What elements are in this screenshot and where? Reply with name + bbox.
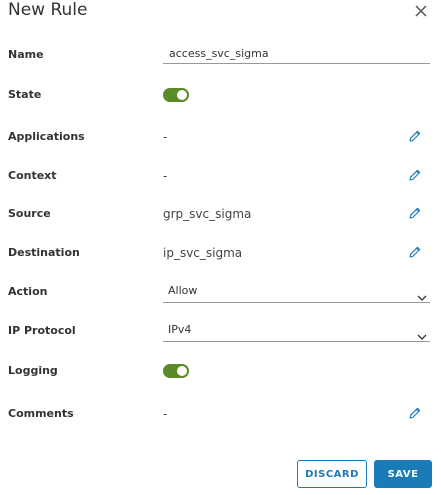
context-value: -: [163, 169, 168, 183]
comments-value: -: [163, 407, 168, 421]
source-label: Source: [8, 207, 51, 220]
edit-source-pencil-icon[interactable]: [408, 206, 422, 220]
logging-row: Logging: [0, 360, 441, 384]
edit-destination-pencil-icon[interactable]: [408, 245, 422, 259]
discard-button[interactable]: DISCARD: [297, 460, 367, 488]
name-label: Name: [8, 48, 44, 61]
action-selected-value: Allow: [168, 284, 198, 297]
logging-toggle[interactable]: [163, 364, 189, 378]
name-input[interactable]: [163, 44, 430, 64]
action-label: Action: [8, 285, 48, 298]
comments-row: Comments -: [0, 403, 441, 427]
applications-value: -: [163, 130, 168, 144]
toggle-knob: [177, 366, 187, 376]
destination-label: Destination: [8, 246, 80, 259]
ip-protocol-row: IP Protocol IPv4: [0, 320, 441, 344]
source-row: Source grp_svc_sigma: [0, 203, 441, 227]
ip-protocol-selected-value: IPv4: [168, 323, 192, 336]
context-label: Context: [8, 169, 57, 182]
state-label: State: [8, 88, 42, 101]
ip-protocol-select[interactable]: IPv4: [163, 320, 430, 342]
save-button[interactable]: SAVE: [374, 460, 432, 488]
state-toggle[interactable]: [163, 88, 189, 102]
comments-label: Comments: [8, 407, 74, 420]
action-select[interactable]: Allow: [163, 281, 430, 303]
applications-row: Applications -: [0, 126, 441, 150]
state-row: State: [0, 84, 441, 108]
name-row: Name: [0, 44, 441, 68]
chevron-down-icon: [417, 287, 427, 306]
applications-label: Applications: [8, 130, 85, 143]
destination-value: ip_svc_sigma: [163, 246, 243, 260]
edit-applications-pencil-icon[interactable]: [408, 129, 422, 143]
ip-protocol-label: IP Protocol: [8, 324, 76, 337]
close-icon[interactable]: [414, 4, 428, 18]
source-value: grp_svc_sigma: [163, 207, 252, 221]
logging-label: Logging: [8, 364, 58, 377]
toggle-knob: [177, 90, 187, 100]
action-row: Action Allow: [0, 281, 441, 305]
edit-context-pencil-icon[interactable]: [408, 168, 422, 182]
edit-comments-pencil-icon[interactable]: [408, 406, 422, 420]
destination-row: Destination ip_svc_sigma: [0, 242, 441, 266]
dialog-title: New Rule: [8, 0, 88, 20]
context-row: Context -: [0, 165, 441, 189]
chevron-down-icon: [417, 326, 427, 345]
